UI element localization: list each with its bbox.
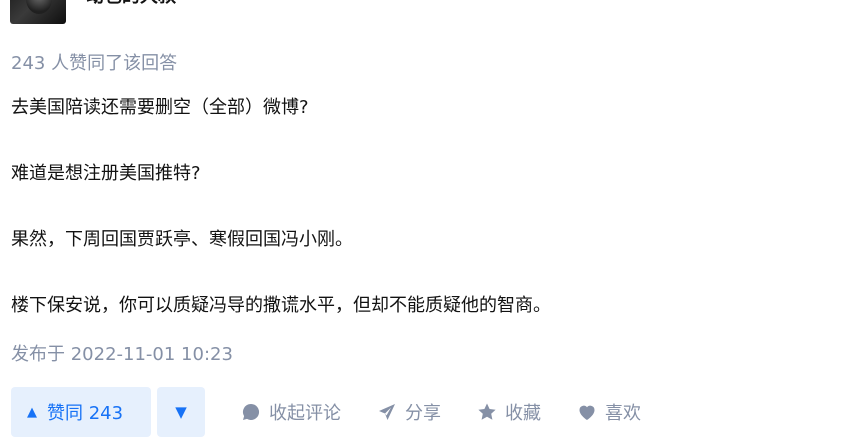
comment-icon xyxy=(242,403,260,420)
vote-summary: 243 人赞同了该回答 xyxy=(11,53,178,74)
like-button[interactable]: 喜欢 xyxy=(577,399,641,425)
heart-icon xyxy=(579,405,595,420)
triangle-down-icon: ▼ xyxy=(175,403,187,421)
upvote-label: 赞同 243 xyxy=(47,403,124,424)
answer-actions: ▲ 赞同 243 ▼ 收起评论 分享 收藏 喜欢 xyxy=(11,387,641,437)
like-label: 喜欢 xyxy=(605,403,641,424)
collect-label: 收藏 xyxy=(505,403,541,424)
publish-time[interactable]: 发布于 2022-11-01 10:23 xyxy=(11,342,233,368)
triangle-up-icon: ▲ xyxy=(27,404,37,420)
downvote-button[interactable]: ▼ xyxy=(157,387,205,437)
share-label: 分享 xyxy=(405,403,441,424)
star-icon xyxy=(478,403,496,420)
answer-paragraph: 去美国陪读还需要删空（全部）微博? xyxy=(11,97,309,118)
avatar[interactable] xyxy=(10,0,66,24)
answer-content: 去美国陪读还需要删空（全部）微博? 难道是想注册美国推特? 果然，下周回国贾跃亭… xyxy=(11,95,831,319)
comment-button[interactable]: 收起评论 xyxy=(241,399,341,425)
answer-paragraph: 果然，下周回国贾跃亭、寒假回国冯小刚。 xyxy=(11,229,353,250)
share-button[interactable]: 分享 xyxy=(377,399,441,425)
upvote-button[interactable]: ▲ 赞同 243 xyxy=(11,387,151,437)
share-icon xyxy=(379,404,395,420)
answer-paragraph: 难道是想注册美国推特? xyxy=(11,163,201,184)
comment-label: 收起评论 xyxy=(269,403,341,424)
author-name[interactable]: 动也的大叔 xyxy=(86,0,176,8)
collect-button[interactable]: 收藏 xyxy=(477,399,541,425)
answer-paragraph: 楼下保安说，你可以质疑冯导的撒谎水平，但却不能质疑他的智商。 xyxy=(11,295,551,316)
